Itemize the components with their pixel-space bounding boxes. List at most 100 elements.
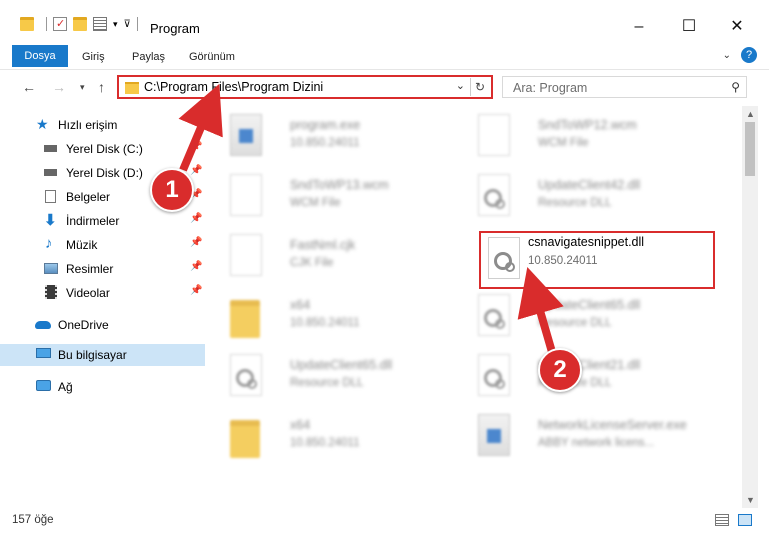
folder-icon — [20, 17, 34, 31]
app-icon — [230, 114, 262, 156]
annotation-badge-2: 2 — [538, 348, 582, 392]
file-name: UpdateClient65.dll — [538, 298, 641, 312]
file-description: Resource DLL — [538, 197, 612, 209]
download-icon: ⬇ — [44, 212, 57, 229]
properties-icon[interactable]: ✓ — [53, 17, 67, 31]
divider — [136, 17, 138, 31]
vertical-scrollbar[interactable]: ▲ ▼ — [742, 106, 758, 508]
list-item[interactable]: program.exe 10.850.24011 — [222, 110, 457, 164]
sidebar-item-onedrive[interactable]: OneDrive — [0, 314, 205, 336]
sidebar-item-videos[interactable]: Videolar 📌 — [0, 282, 205, 304]
scroll-down-icon[interactable]: ▼ — [746, 495, 755, 505]
list-item[interactable]: NetworkLicenseServer.exe ABBY network li… — [470, 410, 705, 464]
up-arrow-icon[interactable]: ↑ — [98, 79, 105, 95]
chevron-down-icon[interactable]: ⌄ — [456, 79, 465, 92]
file-name: NetworkLicenseServer.exe — [538, 418, 687, 432]
address-bar[interactable]: C:\Program Files\Program Dizini ⌄ ↻ — [117, 75, 493, 99]
sidebar-item-label: Ağ — [58, 380, 73, 394]
sidebar-item-label: İndirmeler — [66, 214, 120, 228]
file-highlight-box — [479, 231, 715, 289]
pictures-icon — [44, 263, 58, 274]
sidebar-item-label: OneDrive — [58, 318, 109, 332]
list-item[interactable]: UpdateClient65.dll Resource DLL — [222, 350, 457, 404]
ribbon: Dosya Giriş Paylaş Görünüm ⌄ ? — [0, 44, 769, 70]
list-item[interactable]: SndToWP12.wcm WCM File — [470, 110, 705, 164]
pin-icon[interactable]: 📌 — [190, 261, 202, 272]
forward-arrow-icon[interactable]: → — [52, 79, 66, 95]
pin-icon[interactable]: 📌 — [190, 141, 202, 152]
help-icon[interactable]: ? — [741, 47, 757, 63]
search-input[interactable] — [511, 79, 715, 97]
file-name: x64 — [290, 298, 311, 312]
sidebar-item-local-disk-c[interactable]: Yerel Disk (C:) 📌 — [0, 138, 205, 160]
list-item[interactable]: x64 10.850.24011 — [222, 290, 457, 344]
sidebar-item-label: Bu bilgisayar — [58, 348, 127, 362]
customize-toolbar-icon[interactable]: ⊽ — [124, 19, 131, 30]
search-box[interactable]: ⚲ — [502, 76, 747, 98]
sidebar-item-label: Hızlı erişim — [58, 118, 118, 132]
file-description: Resource DLL — [538, 317, 612, 329]
recent-locations-icon[interactable]: ▾ — [80, 82, 85, 93]
list-item[interactable]: FastNml.cjk CJK File — [222, 230, 457, 284]
sidebar-item-label: Videolar — [66, 286, 110, 300]
pin-icon[interactable]: 📌 — [190, 165, 202, 176]
new-folder-icon[interactable] — [73, 17, 87, 31]
address-path[interactable]: C:\Program Files\Program Dizini — [144, 80, 323, 94]
chevron-down-icon[interactable]: ⌄ — [723, 50, 731, 61]
pin-icon[interactable]: 📌 — [190, 285, 202, 296]
back-arrow-icon[interactable]: ← — [22, 79, 36, 95]
list-item[interactable]: UpdateClient65.dll Resource DLL — [470, 290, 705, 344]
exe-icon — [478, 414, 510, 456]
quick-access-toolbar: ✓ ▾ ⊽ — [20, 14, 144, 34]
pin-icon[interactable]: 📌 — [190, 213, 202, 224]
file-name: SndToWP12.wcm — [538, 118, 637, 132]
details-view-icon[interactable] — [715, 514, 729, 526]
sidebar-item-music[interactable]: ♪ Müzik 📌 — [0, 234, 205, 256]
sidebar-item-pictures[interactable]: Resimler 📌 — [0, 258, 205, 280]
tab-home[interactable]: Giriş — [82, 48, 105, 66]
file-description: WCM File — [538, 137, 589, 149]
file-description: ABBY network licens... — [538, 437, 655, 449]
chevron-down-icon[interactable]: ▾ — [113, 19, 118, 30]
file-description: 10.850.24011 — [290, 137, 360, 149]
pin-icon[interactable]: 📌 — [190, 237, 202, 248]
document-icon — [230, 234, 262, 276]
refresh-icon[interactable]: ↻ — [470, 78, 489, 96]
list-item[interactable]: UpdateClient21.dll Resource DLL — [470, 350, 705, 404]
file-description: 10.850.24011 — [290, 437, 360, 449]
sidebar-item-quick-access[interactable]: ★ Hızlı erişim — [0, 114, 205, 136]
maximize-button[interactable]: ☐ — [674, 14, 704, 40]
file-description: 10.850.24011 — [290, 317, 360, 329]
sidebar-item-label: Belgeler — [66, 190, 111, 204]
sidebar-item-this-pc[interactable]: Bu bilgisayar — [0, 344, 205, 366]
scroll-up-icon[interactable]: ▲ — [746, 109, 755, 119]
large-icons-view-icon[interactable] — [738, 514, 752, 526]
item-count: 157 öğe — [12, 514, 54, 526]
tab-file[interactable]: Dosya — [12, 45, 68, 67]
dll-gear-icon — [478, 174, 510, 216]
view-options-icon[interactable] — [93, 17, 107, 31]
search-icon[interactable]: ⚲ — [731, 80, 740, 94]
file-list: program.exe 10.850.24011 SndToWP12.wcm W… — [210, 106, 740, 508]
window-title: Program — [150, 21, 200, 36]
minimize-button[interactable]: – — [624, 14, 654, 40]
sidebar-item-label: Yerel Disk (D:) — [66, 166, 143, 180]
list-item[interactable]: x64 10.850.24011 — [222, 410, 457, 464]
tab-view[interactable]: Görünüm — [189, 48, 235, 66]
sidebar-item-label: Yerel Disk (C:) — [66, 142, 143, 156]
dll-gear-icon — [230, 354, 262, 396]
list-item[interactable]: UpdateClient42.dll Resource DLL — [470, 170, 705, 224]
file-name: program.exe — [290, 118, 361, 132]
scrollbar-thumb[interactable] — [745, 122, 755, 176]
close-button[interactable]: ✕ — [722, 14, 752, 40]
video-icon — [45, 285, 57, 299]
tab-share[interactable]: Paylaş — [132, 48, 165, 66]
sidebar-item-downloads[interactable]: ⬇ İndirmeler 📌 — [0, 210, 205, 232]
folder-icon — [125, 82, 139, 94]
navigation-pane: ★ Hızlı erişim Yerel Disk (C:) 📌 Yerel D… — [0, 106, 205, 508]
sidebar-item-network[interactable]: Ağ — [0, 376, 205, 398]
file-description: WCM File — [290, 197, 341, 209]
file-name: UpdateClient42.dll — [538, 178, 641, 192]
annotation-badge-1: 1 — [150, 168, 194, 212]
list-item[interactable]: SndToWP13.wcm WCM File — [222, 170, 457, 224]
